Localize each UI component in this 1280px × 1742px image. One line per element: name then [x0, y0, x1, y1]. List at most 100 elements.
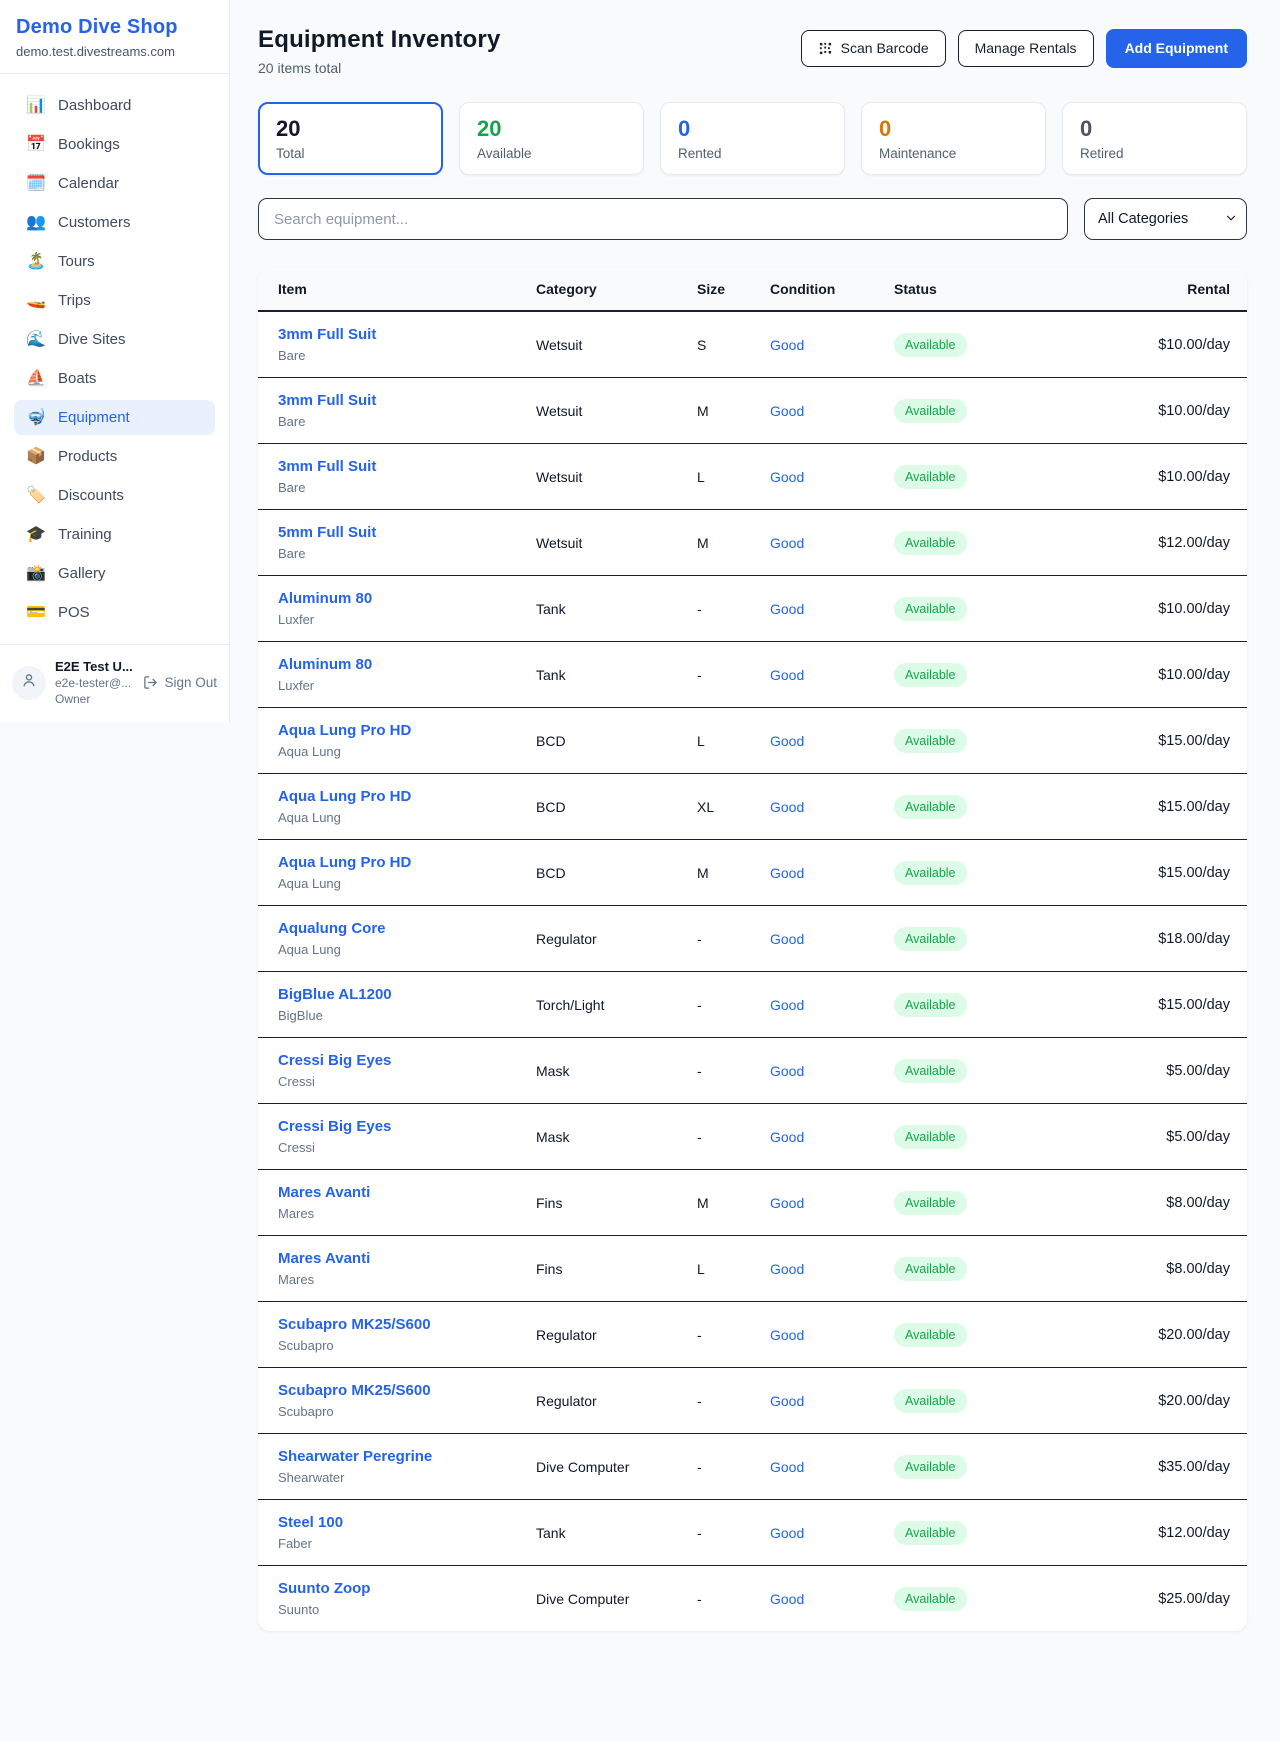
item-name-link[interactable]: 5mm Full Suit — [278, 524, 376, 541]
item-condition-link[interactable]: Good — [770, 403, 804, 419]
item-name-link[interactable]: Steel 100 — [278, 1514, 343, 1531]
item-condition-link[interactable]: Good — [770, 865, 804, 881]
table-row[interactable]: Mares Avanti Mares Fins L Good Available… — [258, 1236, 1247, 1302]
item-condition-link[interactable]: Good — [770, 931, 804, 947]
sidebar-item-gallery[interactable]: 📸 Gallery — [14, 556, 215, 591]
table-row[interactable]: Cressi Big Eyes Cressi Mask - Good Avail… — [258, 1038, 1247, 1104]
item-name-link[interactable]: Aqualung Core — [278, 920, 386, 937]
sidebar-item-training[interactable]: 🎓 Training — [14, 517, 215, 552]
item-rental: $8.00/day — [1084, 1170, 1247, 1236]
item-condition-link[interactable]: Good — [770, 1459, 804, 1475]
table-row[interactable]: Aqua Lung Pro HD Aqua Lung BCD L Good Av… — [258, 708, 1247, 774]
item-brand: Bare — [278, 348, 516, 363]
item-condition-link[interactable]: Good — [770, 733, 804, 749]
item-condition-link[interactable]: Good — [770, 799, 804, 815]
sign-out-button[interactable]: Sign Out — [143, 675, 217, 690]
item-condition-link[interactable]: Good — [770, 997, 804, 1013]
sidebar-item-products[interactable]: 📦 Products — [14, 439, 215, 474]
item-name-link[interactable]: 3mm Full Suit — [278, 458, 376, 475]
sidebar-item-trips[interactable]: 🚤 Trips — [14, 283, 215, 318]
table-row[interactable]: Aqua Lung Pro HD Aqua Lung BCD XL Good A… — [258, 774, 1247, 840]
item-condition-link[interactable]: Good — [770, 535, 804, 551]
item-condition-link[interactable]: Good — [770, 1063, 804, 1079]
item-condition-link[interactable]: Good — [770, 337, 804, 353]
item-condition-link[interactable]: Good — [770, 1393, 804, 1409]
table-row[interactable]: BigBlue AL1200 BigBlue Torch/Light - Goo… — [258, 972, 1247, 1038]
stat-card-maintenance[interactable]: 0 Maintenance — [861, 102, 1046, 175]
table-row[interactable]: Mares Avanti Mares Fins M Good Available… — [258, 1170, 1247, 1236]
item-condition-link[interactable]: Good — [770, 469, 804, 485]
item-rental: $15.00/day — [1084, 840, 1247, 906]
item-name-link[interactable]: 3mm Full Suit — [278, 392, 376, 409]
stat-card-available[interactable]: 20 Available — [459, 102, 644, 175]
sidebar-item-equipment[interactable]: 🤿 Equipment — [14, 400, 215, 435]
sidebar-item-dashboard[interactable]: 📊 Dashboard — [14, 88, 215, 123]
item-condition-link[interactable]: Good — [770, 1591, 804, 1607]
table-row[interactable]: Shearwater Peregrine Shearwater Dive Com… — [258, 1434, 1247, 1500]
table-row[interactable]: Suunto Zoop Suunto Dive Computer - Good … — [258, 1566, 1247, 1632]
item-name-link[interactable]: 3mm Full Suit — [278, 326, 376, 343]
stat-value: 20 — [477, 116, 626, 142]
table-row[interactable]: 5mm Full Suit Bare Wetsuit M Good Availa… — [258, 510, 1247, 576]
item-condition-link[interactable]: Good — [770, 1129, 804, 1145]
item-name-link[interactable]: Mares Avanti — [278, 1250, 370, 1267]
item-name-link[interactable]: Aqua Lung Pro HD — [278, 788, 411, 805]
item-name-link[interactable]: Scubapro MK25/S600 — [278, 1382, 431, 1399]
sidebar-item-discounts[interactable]: 🏷️ Discounts — [14, 478, 215, 513]
item-category: Tank — [526, 576, 687, 642]
status-badge: Available — [894, 1059, 967, 1083]
table-row[interactable]: 3mm Full Suit Bare Wetsuit M Good Availa… — [258, 378, 1247, 444]
sidebar-item-boats[interactable]: ⛵ Boats — [14, 361, 215, 396]
item-condition-link[interactable]: Good — [770, 1195, 804, 1211]
sidebar-item-dive-sites[interactable]: 🌊 Dive Sites — [14, 322, 215, 357]
item-name-link[interactable]: Suunto Zoop — [278, 1580, 370, 1597]
table-row[interactable]: Scubapro MK25/S600 Scubapro Regulator - … — [258, 1302, 1247, 1368]
table-row[interactable]: Scubapro MK25/S600 Scubapro Regulator - … — [258, 1368, 1247, 1434]
item-condition-link[interactable]: Good — [770, 1261, 804, 1277]
item-brand: Bare — [278, 480, 516, 495]
table-row[interactable]: Steel 100 Faber Tank - Good Available $1… — [258, 1500, 1247, 1566]
stat-card-retired[interactable]: 0 Retired — [1062, 102, 1247, 175]
item-condition-link[interactable]: Good — [770, 601, 804, 617]
search-input[interactable] — [258, 198, 1068, 240]
table-row[interactable]: Aluminum 80 Luxfer Tank - Good Available… — [258, 576, 1247, 642]
item-category: Regulator — [526, 1368, 687, 1434]
item-name-link[interactable]: Mares Avanti — [278, 1184, 370, 1201]
item-name-link[interactable]: Cressi Big Eyes — [278, 1052, 391, 1069]
item-name-link[interactable]: Aluminum 80 — [278, 590, 372, 607]
stat-card-total[interactable]: 20 Total — [258, 102, 443, 175]
item-name-link[interactable]: Cressi Big Eyes — [278, 1118, 391, 1135]
sidebar-item-tours[interactable]: 🏝️ Tours — [14, 244, 215, 279]
scan-barcode-button[interactable]: Scan Barcode — [801, 30, 946, 67]
sidebar-item-pos[interactable]: 💳 POS — [14, 595, 215, 630]
item-name-link[interactable]: Aqua Lung Pro HD — [278, 854, 411, 871]
category-select[interactable]: All Categories — [1084, 198, 1247, 240]
item-name-link[interactable]: Scubapro MK25/S600 — [278, 1316, 431, 1333]
avatar — [12, 666, 46, 700]
item-condition-link[interactable]: Good — [770, 667, 804, 683]
add-equipment-button[interactable]: Add Equipment — [1106, 29, 1247, 68]
table-row[interactable]: Aqualung Core Aqua Lung Regulator - Good… — [258, 906, 1247, 972]
table-row[interactable]: 3mm Full Suit Bare Wetsuit S Good Availa… — [258, 311, 1247, 378]
item-name-link[interactable]: Aqua Lung Pro HD — [278, 722, 411, 739]
item-brand: Luxfer — [278, 612, 516, 627]
item-name-link[interactable]: Aluminum 80 — [278, 656, 372, 673]
sidebar-item-customers[interactable]: 👥 Customers — [14, 205, 215, 240]
item-rental: $15.00/day — [1084, 774, 1247, 840]
item-condition-link[interactable]: Good — [770, 1327, 804, 1343]
table-row[interactable]: Cressi Big Eyes Cressi Mask - Good Avail… — [258, 1104, 1247, 1170]
table-row[interactable]: Aqua Lung Pro HD Aqua Lung BCD M Good Av… — [258, 840, 1247, 906]
item-name-link[interactable]: BigBlue AL1200 — [278, 986, 392, 1003]
item-category: Fins — [526, 1170, 687, 1236]
stat-card-rented[interactable]: 0 Rented — [660, 102, 845, 175]
item-name-link[interactable]: Shearwater Peregrine — [278, 1448, 432, 1465]
manage-rentals-button[interactable]: Manage Rentals — [958, 30, 1094, 67]
sidebar-item-calendar[interactable]: 🗓️ Calendar — [14, 166, 215, 201]
item-condition-link[interactable]: Good — [770, 1525, 804, 1541]
table-row[interactable]: Aluminum 80 Luxfer Tank - Good Available… — [258, 642, 1247, 708]
sidebar-item-label: Calendar — [58, 175, 119, 192]
table-row[interactable]: 3mm Full Suit Bare Wetsuit L Good Availa… — [258, 444, 1247, 510]
sidebar-item-bookings[interactable]: 📅 Bookings — [14, 127, 215, 162]
brand-name[interactable]: Demo Dive Shop — [16, 16, 213, 39]
equipment-table: Item Category Size Condition Status Rent… — [258, 267, 1247, 1631]
